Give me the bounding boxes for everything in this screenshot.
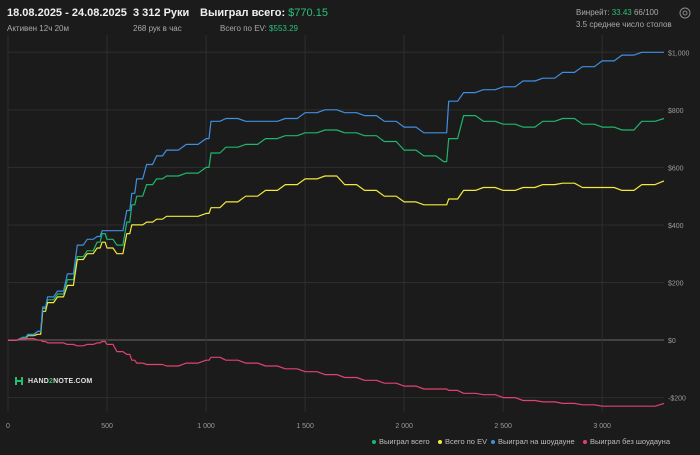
y-tick-label: $800	[668, 108, 684, 115]
x-tick-label: 1 500	[296, 423, 314, 430]
y-tick-label: -$200	[668, 396, 686, 403]
x-tick-label: 3 000	[593, 423, 611, 430]
y-tick-label: $0	[668, 338, 676, 345]
series-line-3	[8, 338, 665, 407]
legend-item[interactable]: Выиграл всего	[372, 437, 430, 446]
series-line-0	[8, 115, 665, 341]
hand2note-logo-icon	[15, 377, 23, 385]
series-line-2	[8, 51, 664, 341]
x-tick-label: 1 000	[197, 423, 215, 430]
legend-item[interactable]: Выиграл без шоудауна	[583, 437, 670, 446]
logo: HAND2NOTE.COM	[14, 376, 92, 386]
legend-label: Выиграл на шоудауне	[498, 437, 575, 446]
legend-dot-icon	[491, 440, 495, 445]
x-tick-label: 0	[6, 423, 10, 430]
y-axis: -$200 $0 $200 $400 $600 $800 $1,000	[668, 50, 690, 402]
x-tick-label: 500	[101, 423, 113, 430]
legend-label: Выиграл всего	[379, 437, 430, 446]
legend-item[interactable]: Выиграл на шоудауне	[491, 437, 575, 446]
y-tick-label: $1,000	[668, 50, 690, 57]
logo-text-c: NOTE.COM	[53, 377, 93, 385]
legend-item[interactable]: Всего по EV	[438, 437, 487, 446]
legend-dot-icon	[438, 440, 442, 445]
chart-grid	[7, 35, 664, 412]
x-tick-label: 2 500	[494, 423, 512, 430]
legend-label: Всего по EV	[445, 437, 488, 446]
x-tick-label: 2 000	[395, 423, 413, 430]
y-tick-label: $200	[668, 280, 684, 287]
legend-dot-icon	[583, 440, 587, 445]
legend-label: Выиграл без шоудауна	[590, 437, 670, 446]
series-line-1	[8, 175, 665, 341]
legend-dot-icon	[372, 440, 376, 445]
x-axis: 0 500 1 000 1 500 2 000 2 500 3 000	[6, 423, 611, 430]
chart-lines	[8, 51, 665, 407]
y-tick-label: $600	[668, 165, 684, 172]
logo-text-a: HAND	[28, 377, 50, 385]
y-tick-label: $400	[668, 223, 684, 230]
chart: -$200 $0 $200 $400 $600 $800 $1,000 0 500 1 000 1…	[6, 35, 690, 430]
